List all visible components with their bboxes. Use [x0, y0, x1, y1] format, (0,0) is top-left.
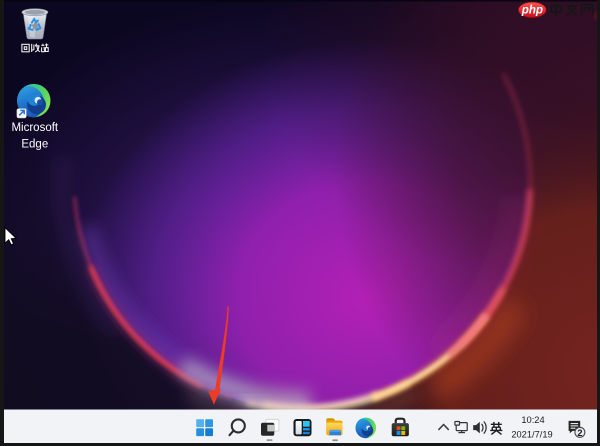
svg-text:php: php — [521, 4, 543, 17]
svg-text:Microsoft: Microsoft — [11, 122, 58, 134]
svg-text:2: 2 — [577, 428, 582, 438]
svg-text:10:24: 10:24 — [521, 415, 544, 425]
svg-text:Edge: Edge — [21, 139, 48, 151]
svg-text:2021/7/19: 2021/7/19 — [511, 430, 552, 440]
